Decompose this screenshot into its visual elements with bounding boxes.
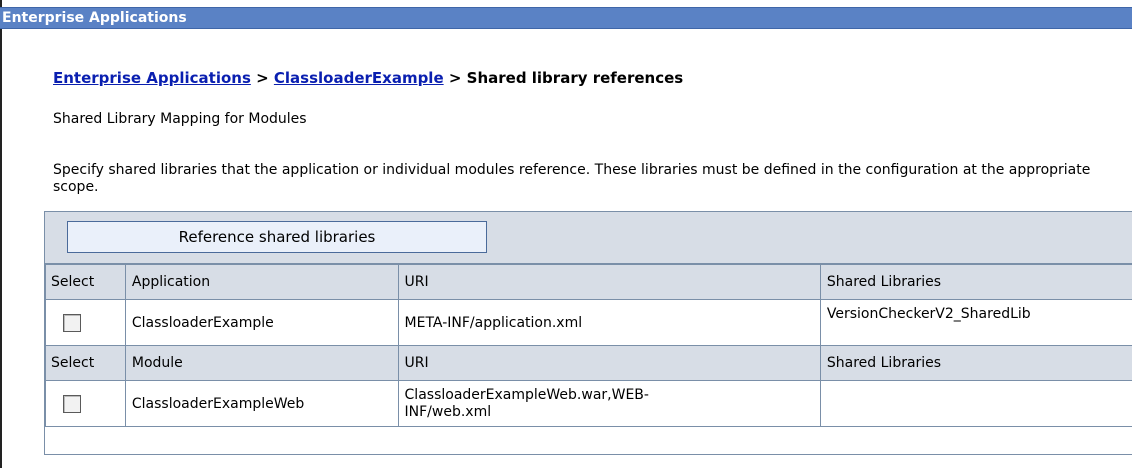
module-row: ClassloaderExampleWeb ClassloaderExample… [45, 380, 1132, 427]
module-shared-libraries [819, 380, 1132, 427]
module-uri: ClassloaderExampleWeb.war,WEB- INF/web.xm… [397, 380, 821, 427]
breadcrumb: Enterprise Applications > ClassloaderExa… [53, 69, 683, 87]
module-select-checkbox[interactable] [63, 394, 81, 413]
shared-library-table: Reference shared libraries Select Applic… [44, 211, 1132, 455]
module-header-row: Select Module URI Shared Libraries [45, 345, 1132, 381]
application-name: ClassloaderExample [124, 299, 399, 346]
application-header-row: Select Application URI Shared Libraries [45, 264, 1132, 300]
panel-title-bar: Enterprise Applications [0, 7, 1132, 29]
module-uri-line: ClassloaderExampleWeb.war,WEB- [404, 386, 649, 403]
select-cell [45, 299, 126, 346]
breadcrumb-separator: > [250, 69, 274, 87]
reference-shared-libraries-button[interactable]: Reference shared libraries [67, 221, 487, 253]
breadcrumb-link-classloader-example[interactable]: ClassloaderExample [274, 69, 444, 87]
page-subtitle: Shared Library Mapping for Modules [53, 111, 307, 127]
breadcrumb-current: Shared library references [466, 69, 684, 87]
application-shared-libraries: VersionCheckerV2_SharedLib [819, 299, 1132, 346]
column-header-uri: URI [397, 345, 821, 381]
application-row: ClassloaderExample META-INF/application.… [45, 299, 1132, 346]
page-description: Specify shared libraries that the applic… [53, 162, 1091, 195]
column-header-uri: URI [397, 264, 821, 300]
column-header-application: Application [124, 264, 399, 300]
column-header-shared-libraries: Shared Libraries [819, 264, 1132, 300]
module-uri-line: INF/web.xml [404, 403, 492, 420]
breadcrumb-separator: > [443, 69, 467, 87]
column-header-module: Module [124, 345, 399, 381]
module-name: ClassloaderExampleWeb [124, 380, 399, 427]
table-toolbar: Reference shared libraries [45, 212, 1132, 264]
application-uri: META-INF/application.xml [397, 299, 821, 346]
mapping-table: Select Application URI Shared Libraries … [45, 264, 1132, 427]
application-select-checkbox[interactable] [63, 313, 81, 332]
breadcrumb-link-enterprise-applications[interactable]: Enterprise Applications [53, 69, 251, 87]
panel-title: Enterprise Applications [2, 10, 187, 26]
column-header-select: Select [45, 264, 126, 300]
column-header-shared-libraries: Shared Libraries [819, 345, 1132, 381]
select-cell [45, 380, 126, 427]
column-header-select: Select [45, 345, 126, 381]
